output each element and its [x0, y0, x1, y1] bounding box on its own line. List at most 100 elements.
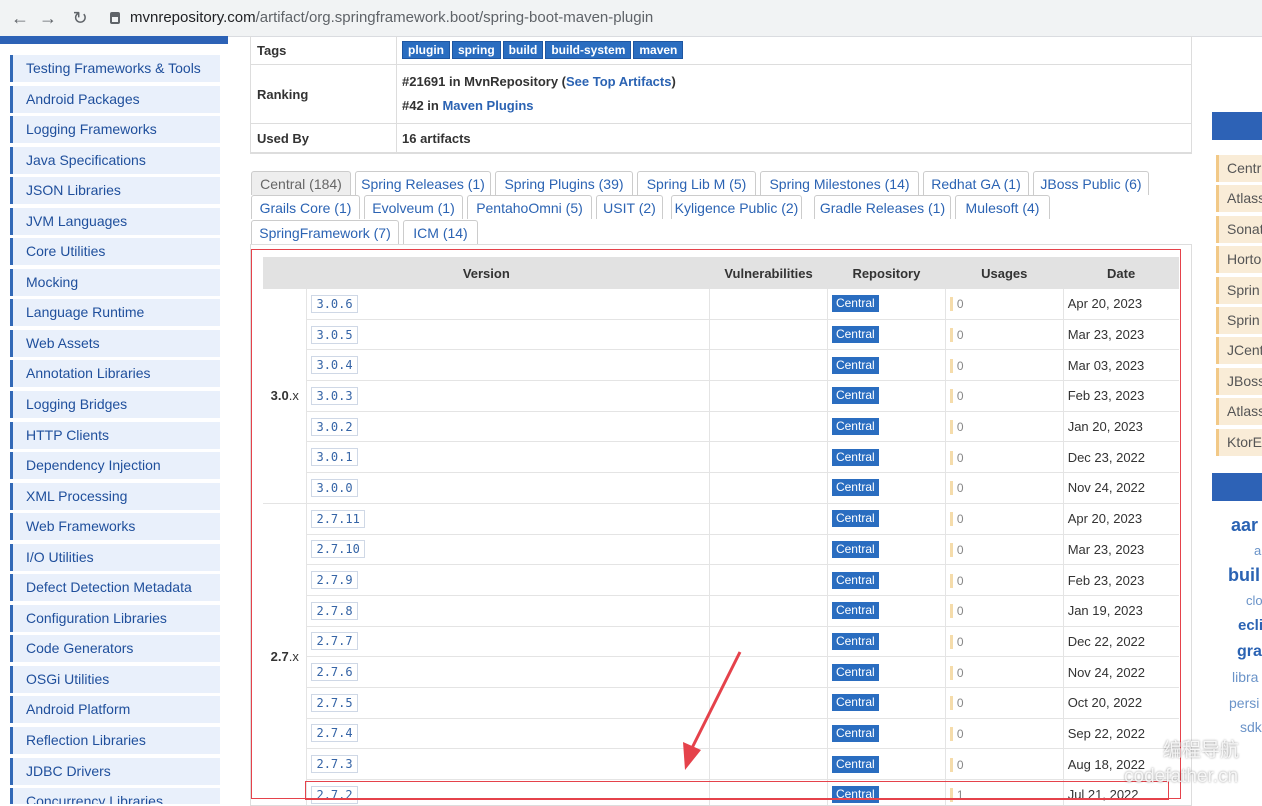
sidebar-item[interactable]: Defect Detection Metadata: [10, 574, 220, 601]
tag-build[interactable]: build: [503, 41, 544, 59]
browser-toolbar: ← → ↻ mvnrepository.com/artifact/org.spr…: [0, 0, 1262, 37]
sidebar-item[interactable]: Dependency Injection: [10, 452, 220, 479]
tab-row1-0[interactable]: Central (184): [251, 171, 351, 195]
tags-row: Tags pluginspringbuildbuild-systemmaven: [251, 36, 1191, 65]
tab-row1-3[interactable]: Spring Lib M (5): [637, 171, 756, 195]
tab-row2-1[interactable]: Evolveum (1): [364, 195, 463, 219]
tag-cloud-item[interactable]: buil: [1228, 565, 1260, 586]
sidebar-item[interactable]: Reflection Libraries: [10, 727, 220, 754]
sidebar-item[interactable]: Mocking: [10, 269, 220, 296]
sidebar-item[interactable]: Logging Frameworks: [10, 116, 220, 143]
tab-row1-5[interactable]: Redhat GA (1): [923, 171, 1029, 195]
repository-item[interactable]: KtorE: [1216, 429, 1262, 456]
lock-icon: [110, 12, 120, 24]
repository-item[interactable]: Centr: [1216, 155, 1262, 182]
sidebar-item[interactable]: Web Frameworks: [10, 513, 220, 540]
tag-plugin[interactable]: plugin: [402, 41, 450, 59]
ranking-line-1: #21691 in MvnRepository (See Top Artifac…: [402, 74, 676, 89]
sidebar-item[interactable]: JSON Libraries: [10, 177, 220, 204]
watermark: 编程导航 codefather.cn: [1108, 738, 1239, 790]
sidebar-item[interactable]: Android Platform: [10, 696, 220, 723]
sidebar-item[interactable]: Android Packages: [10, 86, 220, 113]
repository-item[interactable]: JBoss: [1216, 368, 1262, 395]
tag-cloud-item[interactable]: sdk: [1240, 719, 1262, 735]
sidebar-item[interactable]: Web Assets: [10, 330, 220, 357]
url-host: mvnrepository.com: [130, 9, 256, 26]
tab-row3-1[interactable]: ICM (14): [403, 220, 478, 244]
sidebar-item[interactable]: Logging Bridges: [10, 391, 220, 418]
ranking-line-2: #42 in Maven Plugins: [402, 98, 534, 113]
tag-cloud-item[interactable]: libra: [1232, 669, 1258, 685]
repository-item[interactable]: Sonat: [1216, 216, 1262, 243]
tag-cloud-item[interactable]: aar: [1231, 515, 1258, 536]
sidebar-header: [0, 36, 228, 44]
red-arrow-icon: [670, 650, 750, 775]
tags-label: Tags: [257, 43, 286, 58]
tag-cloud-item[interactable]: ecli: [1238, 617, 1262, 634]
ranking-mvn-text: #21691 in MvnRepository (: [402, 74, 566, 89]
tab-row2-0[interactable]: Grails Core (1): [251, 195, 360, 219]
back-arrow-icon[interactable]: ←: [8, 6, 32, 30]
used-by-label: Used By: [257, 131, 309, 146]
tab-row1-2[interactable]: Spring Plugins (39): [495, 171, 633, 195]
sidebar-item[interactable]: Java Specifications: [10, 147, 220, 174]
artifact-info-table: Tags pluginspringbuildbuild-systemmaven …: [250, 36, 1192, 154]
sidebar-item[interactable]: Core Utilities: [10, 238, 220, 265]
watermark-line-2: codefather.cn: [1108, 764, 1239, 790]
tag-cloud-item[interactable]: clo: [1246, 593, 1262, 608]
sidebar-item[interactable]: Concurrency Libraries: [10, 788, 220, 804]
sidebar-item[interactable]: Testing Frameworks & Tools: [10, 55, 220, 82]
url-path: /artifact/org.springframework.boot/sprin…: [256, 9, 654, 26]
repository-item[interactable]: Horto: [1216, 246, 1262, 273]
tags-header: [1212, 473, 1262, 501]
tag-maven[interactable]: maven: [633, 41, 683, 59]
sidebar-item[interactable]: Code Generators: [10, 635, 220, 662]
tab-row1-6[interactable]: JBoss Public (6): [1033, 171, 1149, 195]
highlight-box-row: [305, 781, 1169, 800]
tag-spring[interactable]: spring: [452, 41, 501, 59]
repository-item[interactable]: Atlass: [1216, 185, 1262, 212]
sidebar-item[interactable]: HTTP Clients: [10, 422, 220, 449]
tab-row3-0[interactable]: SpringFramework (7): [251, 220, 399, 244]
tab-row2-5[interactable]: Gradle Releases (1): [814, 195, 951, 219]
tags-list: pluginspringbuildbuild-systemmaven: [402, 41, 685, 59]
ranking-row: Ranking #21691 in MvnRepository (See Top…: [251, 65, 1191, 124]
sidebar-item[interactable]: Configuration Libraries: [10, 605, 220, 632]
sidebar-item[interactable]: JDBC Drivers: [10, 758, 220, 785]
see-top-artifacts-link[interactable]: See Top Artifacts: [566, 74, 671, 89]
right-column: Centr Atlass Sonat Horto Sprin Sprin JCent JBos…: [1204, 36, 1262, 804]
forward-arrow-icon[interactable]: →: [36, 6, 60, 30]
tag-cloud-item[interactable]: persi: [1229, 695, 1259, 711]
tab-row1-1[interactable]: Spring Releases (1): [355, 171, 491, 195]
tab-row2-4[interactable]: Kyligence Public (2): [671, 195, 802, 219]
sidebar-item[interactable]: OSGi Utilities: [10, 666, 220, 693]
address-bar[interactable]: mvnrepository.com/artifact/org.springfra…: [104, 4, 1254, 32]
repository-item[interactable]: JCent: [1216, 337, 1262, 364]
sidebar-item[interactable]: Language Runtime: [10, 299, 220, 326]
tab-row2-3[interactable]: USIT (2): [596, 195, 663, 219]
watermark-line-1: 编程导航: [1108, 738, 1239, 764]
repository-item[interactable]: Atlass: [1216, 398, 1262, 425]
maven-plugins-link[interactable]: Maven Plugins: [442, 98, 533, 113]
tag-build-system[interactable]: build-system: [545, 41, 631, 59]
category-list: Testing Frameworks & Tools Android Packag…: [10, 55, 220, 804]
sidebar-item[interactable]: I/O Utilities: [10, 544, 220, 571]
ranking-plugins-text: #42 in: [402, 98, 442, 113]
sidebar-item[interactable]: Annotation Libraries: [10, 360, 220, 387]
repositories-list: Centr Atlass Sonat Horto Sprin Sprin JCent JBos…: [1216, 155, 1262, 459]
repositories-header: [1212, 112, 1262, 140]
category-sidebar: Testing Frameworks & Tools Android Packag…: [0, 36, 236, 804]
sidebar-item[interactable]: XML Processing: [10, 483, 220, 510]
tag-cloud-item[interactable]: app: [1254, 543, 1262, 558]
repository-item[interactable]: Sprin: [1216, 277, 1262, 304]
ranking-close-paren: ): [671, 74, 675, 89]
used-by-row: Used By 16 artifacts: [251, 124, 1191, 153]
tab-row2-2[interactable]: PentahoOmni (5): [467, 195, 592, 219]
repository-item[interactable]: Sprin: [1216, 307, 1262, 334]
sidebar-item[interactable]: JVM Languages: [10, 208, 220, 235]
reload-icon[interactable]: ↻: [68, 6, 92, 30]
tag-cloud-item[interactable]: gra: [1237, 643, 1262, 661]
used-by-link[interactable]: 16 artifacts: [402, 131, 471, 146]
tab-row1-4[interactable]: Spring Milestones (14): [760, 171, 919, 195]
tab-row2-6[interactable]: Mulesoft (4): [955, 195, 1050, 219]
